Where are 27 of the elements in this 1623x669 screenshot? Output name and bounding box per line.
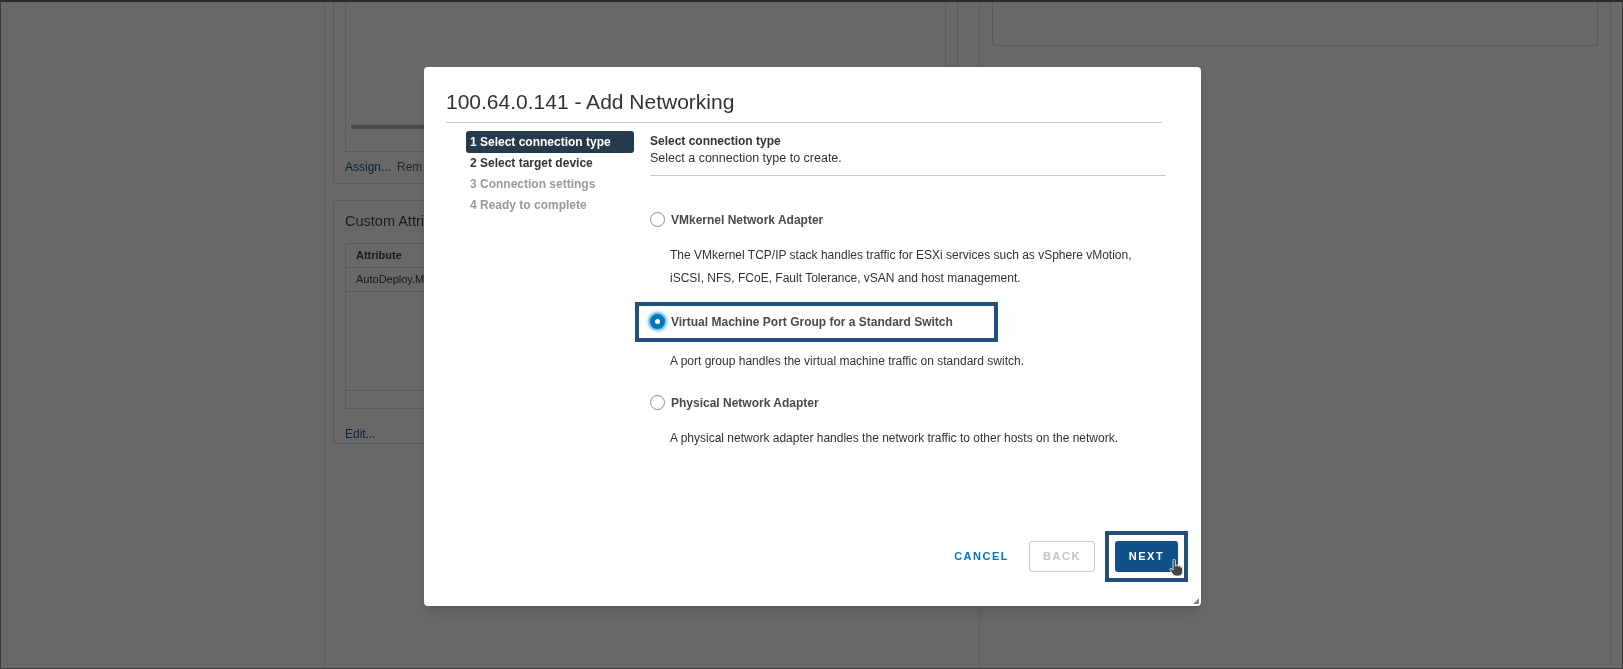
cancel-button[interactable]: CANCEL <box>942 540 1021 573</box>
dialog-title: 100.64.0.141 - Add Networking <box>446 67 1162 123</box>
option-description: A port group handles the virtual machine traffic on standard switch. <box>670 352 1025 370</box>
hand-cursor-icon <box>1169 559 1183 577</box>
radio-button[interactable] <box>650 395 665 410</box>
radio-button[interactable] <box>650 314 665 329</box>
column-header: Attribute <box>356 248 402 263</box>
radio-option[interactable]: VMkernel Network Adapter <box>650 201 1166 238</box>
wizard-step[interactable]: 1 Select connection type <box>466 130 634 153</box>
wizard-step[interactable]: 2 Select target device <box>466 152 634 174</box>
option-description: The VMkernel TCP/IP stack handles traffic for ESXi services such as vSphere vMotion, iSCSI, NFS, FCoE, Fault Tolerance, vSAN and host management. <box>670 246 1133 287</box>
option-description: A physical network adapter handles the network traffic to other hosts on the network. <box>670 429 1120 447</box>
section-subheading: Select a connection type to create. <box>650 148 1166 176</box>
resize-grip-icon[interactable] <box>1193 598 1199 604</box>
section-heading: Select connection type <box>650 132 782 149</box>
edit-link[interactable]: Edit... <box>345 425 376 443</box>
assign-link[interactable]: Assign... <box>345 158 392 176</box>
option-label: VMkernel Network Adapter <box>671 211 824 229</box>
next-button[interactable]: NEXT <box>1115 541 1178 572</box>
remove-link[interactable]: Rem <box>397 158 423 176</box>
option-label: Virtual Machine Port Group for a Standard Switch <box>671 313 953 331</box>
radio-button[interactable] <box>650 212 665 227</box>
panel-title: Custom Attri <box>345 212 424 231</box>
highlight-frame[interactable]: Virtual Machine Port Group for a Standard Switch <box>635 301 998 342</box>
table-cell-text: AutoDeploy.M <box>356 272 425 287</box>
radio-option[interactable]: Physical Network Adapter <box>650 384 1166 421</box>
option-label: Physical Network Adapter <box>671 394 819 412</box>
